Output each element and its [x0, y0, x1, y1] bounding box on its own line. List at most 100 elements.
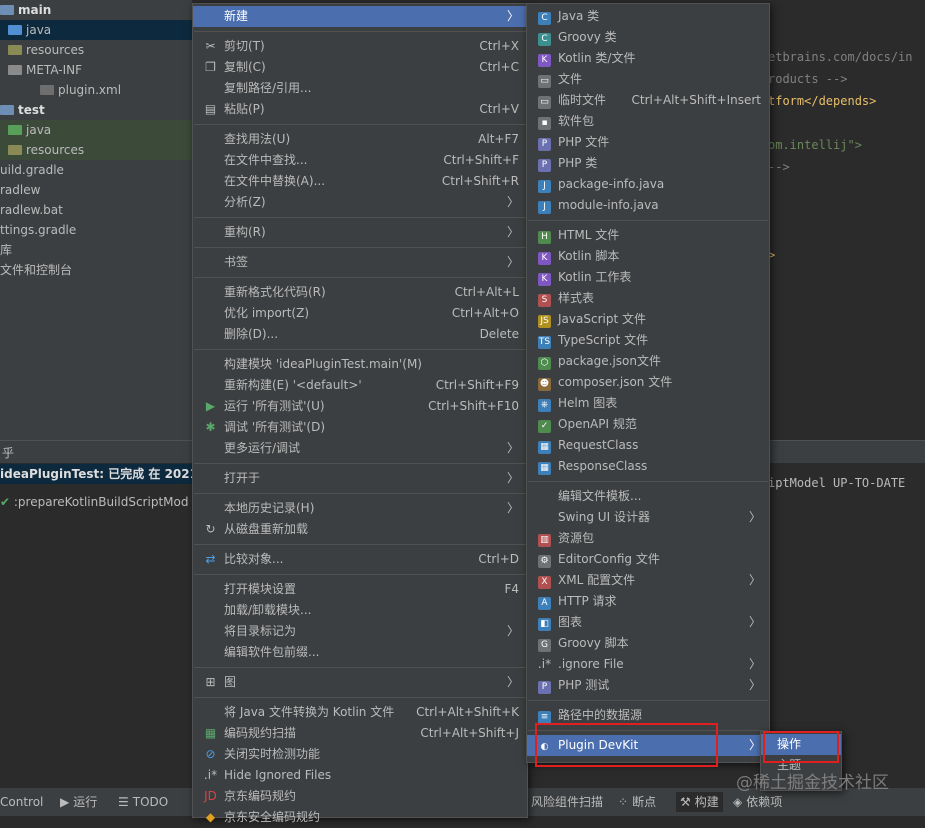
- menu-item[interactable]: ⊞ 图 〉: [193, 672, 527, 693]
- menu-item[interactable]: 删除(D)... Delete: [193, 324, 527, 345]
- menu-item[interactable]: 将 Java 文件转换为 Kotlin 文件 Ctrl+Alt+Shift+K: [193, 702, 527, 723]
- menu-item[interactable]: 分析(Z) 〉: [193, 192, 527, 213]
- toolwindow-button[interactable]: ▶ 运行: [60, 792, 97, 812]
- tree-item[interactable]: resources: [0, 140, 192, 160]
- menu-item[interactable]: C Groovy 类: [527, 27, 769, 48]
- menu-item[interactable]: ▶ 运行 '所有测试'(U) Ctrl+Shift+F10: [193, 396, 527, 417]
- toolwindow-button[interactable]: 风险组件扫描: [531, 792, 603, 812]
- menu-item[interactable]: 编辑文件模板...: [527, 486, 769, 507]
- menu-item[interactable]: .i* Hide Ignored Files: [193, 765, 527, 786]
- tree-item[interactable]: java: [0, 20, 192, 40]
- menu-item[interactable]: K Kotlin 工作表: [527, 267, 769, 288]
- toolwindow-button[interactable]: ☰ TODO: [118, 792, 168, 812]
- xml-file-icon: [40, 85, 54, 95]
- menu-item[interactable]: ▭ 文件: [527, 69, 769, 90]
- tree-item[interactable]: radlew.bat: [0, 200, 192, 220]
- menu-item[interactable]: 重新构建(E) '<default>' Ctrl+Shift+F9: [193, 375, 527, 396]
- menu-item[interactable]: ▤ 粘贴(P) Ctrl+V: [193, 99, 527, 120]
- menu-item[interactable]: Jmodule-info.java: [527, 195, 769, 216]
- menu-item[interactable]: A HTTP 请求: [527, 591, 769, 612]
- menu-item-label: 粘贴(P): [224, 102, 265, 116]
- menu-item[interactable]: ✂ 剪切(T) Ctrl+X: [193, 36, 527, 57]
- tree-item[interactable]: uild.gradle: [0, 160, 192, 180]
- menu-item[interactable]: ◆ 京东安全编码规约: [193, 807, 527, 828]
- menu-item[interactable]: P PHP 类: [527, 153, 769, 174]
- tree-item[interactable]: radlew: [0, 180, 192, 200]
- menu-item[interactable]: Swing UI 设计器 〉: [527, 507, 769, 528]
- menu-item[interactable]: 优化 import(Z) Ctrl+Alt+O: [193, 303, 527, 324]
- menu-item[interactable]: P PHP 测试 〉: [527, 675, 769, 696]
- tree-item[interactable]: test: [0, 100, 192, 120]
- folder-icon: [8, 145, 22, 155]
- tree-item[interactable]: resources: [0, 40, 192, 60]
- menu-item[interactable]: S 样式表: [527, 288, 769, 309]
- menu-item[interactable]: H HTML 文件: [527, 225, 769, 246]
- editor-area[interactable]: [768, 0, 925, 440]
- menu-item[interactable]: ⚙ EditorConfig 文件: [527, 549, 769, 570]
- menu-item[interactable]: 加载/卸载模块...: [193, 600, 527, 621]
- menu-item[interactable]: 更多运行/调试 〉: [193, 438, 527, 459]
- menu-item[interactable]: ❐ 复制(C) Ctrl+C: [193, 57, 527, 78]
- menu-item[interactable]: ✱ 调试 '所有测试'(D): [193, 417, 527, 438]
- toolwindow-label: TODO: [132, 795, 169, 809]
- menu-item[interactable]: Jpackage-info.java: [527, 174, 769, 195]
- menu-item[interactable]: K Kotlin 脚本: [527, 246, 769, 267]
- menu-item[interactable]: ☻ composer.json 文件: [527, 372, 769, 393]
- menu-item[interactable]: ▪ 软件包: [527, 111, 769, 132]
- menu-item-label: 图表: [558, 615, 583, 629]
- menu-item[interactable]: K Kotlin 类/文件: [527, 48, 769, 69]
- tree-item[interactable]: plugin.xml: [0, 80, 192, 100]
- menu-item[interactable]: 打开于 〉: [193, 468, 527, 489]
- menu-item[interactable]: ▥ 资源包: [527, 528, 769, 549]
- tree-item[interactable]: ttings.gradle: [0, 220, 192, 240]
- menu-item[interactable]: ⊘ 关闭实时检测功能: [193, 744, 527, 765]
- menu-item[interactable]: 将目录标记为 〉: [193, 621, 527, 642]
- menu-item[interactable]: 书签 〉: [193, 252, 527, 273]
- menu-item[interactable]: JD 京东编码规约: [193, 786, 527, 807]
- menu-item[interactable]: 在文件中替换(A)... Ctrl+Shift+R: [193, 171, 527, 192]
- tree-item[interactable]: main: [0, 0, 192, 20]
- menu-separator: [194, 493, 526, 494]
- menu-item[interactable]: ↻ 从磁盘重新加载: [193, 519, 527, 540]
- build-result-row[interactable]: ideaPluginTest: 已完成 在 2021/1: [0, 464, 192, 484]
- menu-item[interactable]: P PHP 文件: [527, 132, 769, 153]
- menu-item[interactable]: 本地历史记录(H) 〉: [193, 498, 527, 519]
- menu-item[interactable]: JS JavaScript 文件: [527, 309, 769, 330]
- menu-item[interactable]: 新建 〉: [193, 6, 527, 27]
- tree-item[interactable]: 库: [0, 240, 192, 260]
- menu-item[interactable]: TS TypeScript 文件: [527, 330, 769, 351]
- toolwindow-button[interactable]: Control: [0, 792, 43, 812]
- toolwindow-button[interactable]: ⚒ 构建: [676, 792, 723, 812]
- menu-item[interactable]: ▦ RequestClass: [527, 435, 769, 456]
- menu-item[interactable]: ⬡ package.json文件: [527, 351, 769, 372]
- menu-item[interactable]: ▦ 编码规约扫描 Ctrl+Alt+Shift+J: [193, 723, 527, 744]
- menu-item[interactable]: ▭ 临时文件 Ctrl+Alt+Shift+Insert: [527, 90, 769, 111]
- menu-item[interactable]: 查找用法(U) Alt+F7: [193, 129, 527, 150]
- menu-item[interactable]: ⎈ Helm 图表: [527, 393, 769, 414]
- menu-item[interactable]: ✓ OpenAPI 规范: [527, 414, 769, 435]
- menu-item-label: 加载/卸载模块...: [224, 603, 312, 617]
- tree-item[interactable]: java: [0, 120, 192, 140]
- menu-item[interactable]: ◧ 图表 〉: [527, 612, 769, 633]
- menu-item[interactable]: C Java 类: [527, 6, 769, 27]
- menu-item[interactable]: 在文件中查找... Ctrl+Shift+F: [193, 150, 527, 171]
- annotation-box-plugin-devkit: [535, 723, 718, 767]
- menu-item[interactable]: G Groovy 脚本: [527, 633, 769, 654]
- menu-item[interactable]: 构建模块 'ideaPluginTest.main'(M): [193, 354, 527, 375]
- build-task-row[interactable]: ✔ :prepareKotlinBuildScriptMod: [0, 492, 192, 512]
- menu-item[interactable]: 编辑软件包前缀...: [193, 642, 527, 663]
- tree-item[interactable]: META-INF: [0, 60, 192, 80]
- menu-item[interactable]: ▦ ResponseClass: [527, 456, 769, 477]
- toolwindow-button[interactable]: ⁘ 断点: [618, 792, 656, 812]
- menu-item[interactable]: 重构(R) 〉: [193, 222, 527, 243]
- menu-item[interactable]: 重新格式化代码(R) Ctrl+Alt+L: [193, 282, 527, 303]
- menu-item[interactable]: X XML 配置文件 〉: [527, 570, 769, 591]
- menu-item-icon: K: [537, 51, 552, 67]
- menu-item[interactable]: 复制路径/引用...: [193, 78, 527, 99]
- menu-item[interactable]: 打开模块设置 F4: [193, 579, 527, 600]
- tree-item[interactable]: 文件和控制台: [0, 260, 192, 280]
- toolwindow-button[interactable]: ◈ 依赖项: [733, 792, 782, 812]
- menu-item[interactable]: .i* .ignore File 〉: [527, 654, 769, 675]
- menu-item[interactable]: ⇄ 比较对象... Ctrl+D: [193, 549, 527, 570]
- menu-separator: [528, 481, 768, 482]
